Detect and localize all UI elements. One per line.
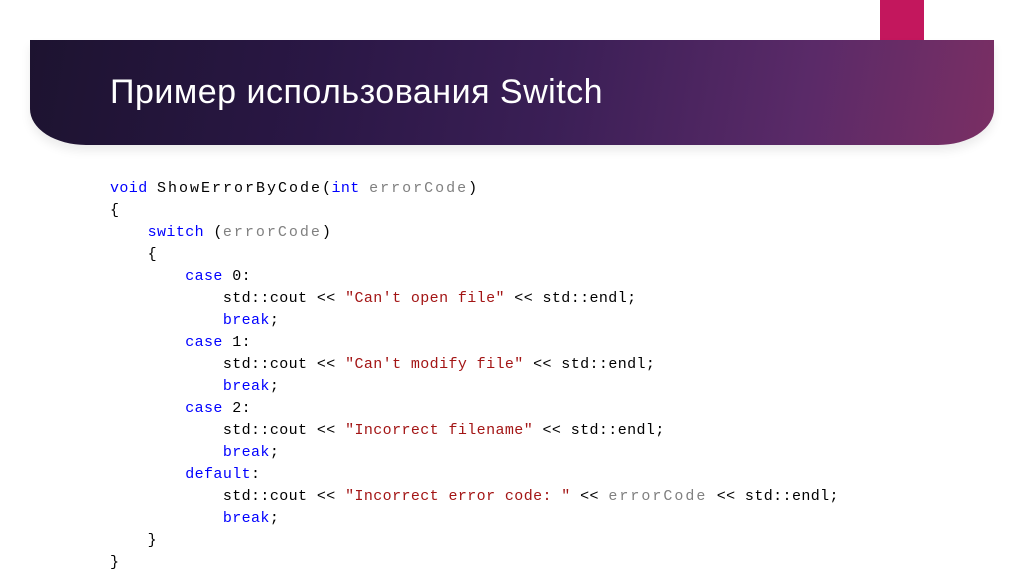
accent-tab — [880, 0, 924, 40]
default-end: << std::endl; — [707, 488, 839, 505]
title-banner: Пример использования Switch — [30, 40, 994, 145]
default-var: errorCode — [608, 488, 707, 505]
semi0: ; — [270, 312, 279, 329]
brace-open: { — [110, 202, 119, 219]
kw-case-2: case — [185, 400, 223, 417]
semi1: ; — [270, 378, 279, 395]
case1-end: << std::endl; — [524, 356, 656, 373]
sw-arg-close: ) — [322, 224, 331, 241]
slide-title: Пример использования Switch — [110, 73, 603, 112]
case2-str: "Incorrect filename" — [345, 422, 533, 439]
brace-close: } — [110, 554, 119, 571]
kw-int: int — [331, 180, 359, 197]
kw-case-1: case — [185, 334, 223, 351]
case0-end: << std::endl; — [505, 290, 637, 307]
kw-void: void — [110, 180, 148, 197]
case0-val: 0: — [223, 268, 251, 285]
kw-break-d: break — [223, 510, 270, 527]
default-str: "Incorrect error code: " — [345, 488, 571, 505]
case1-str: "Can't modify file" — [345, 356, 524, 373]
kw-break-0: break — [223, 312, 270, 329]
kw-break-1: break — [223, 378, 270, 395]
fn-name: ShowErrorByCode — [157, 180, 322, 197]
case2-end: << std::endl; — [533, 422, 665, 439]
param-name: errorCode — [369, 180, 468, 197]
code-sample: void ShowErrorByCode ( int errorCode) { sw… — [110, 178, 984, 574]
case2-body: std::cout << — [223, 422, 345, 439]
default-colon: : — [251, 466, 260, 483]
slide: Пример использования Switch void ShowErr… — [0, 0, 1024, 576]
semi2: ; — [270, 444, 279, 461]
paren-close: ) — [468, 180, 477, 197]
case1-val: 1: — [223, 334, 251, 351]
sw-brace-open: { — [148, 246, 157, 263]
case0-body: std::cout << — [223, 290, 345, 307]
sw-brace-close: } — [148, 532, 157, 549]
sw-arg: errorCode — [223, 224, 322, 241]
default-mid: << — [571, 488, 609, 505]
case0-str: "Can't open file" — [345, 290, 505, 307]
sw-arg-open: ( — [204, 224, 223, 241]
kw-default: default — [185, 466, 251, 483]
kw-switch: switch — [148, 224, 204, 241]
case1-body: std::cout << — [223, 356, 345, 373]
default-body: std::cout << — [223, 488, 345, 505]
kw-case-0: case — [185, 268, 223, 285]
case2-val: 2: — [223, 400, 251, 417]
kw-break-2: break — [223, 444, 270, 461]
semid: ; — [270, 510, 279, 527]
